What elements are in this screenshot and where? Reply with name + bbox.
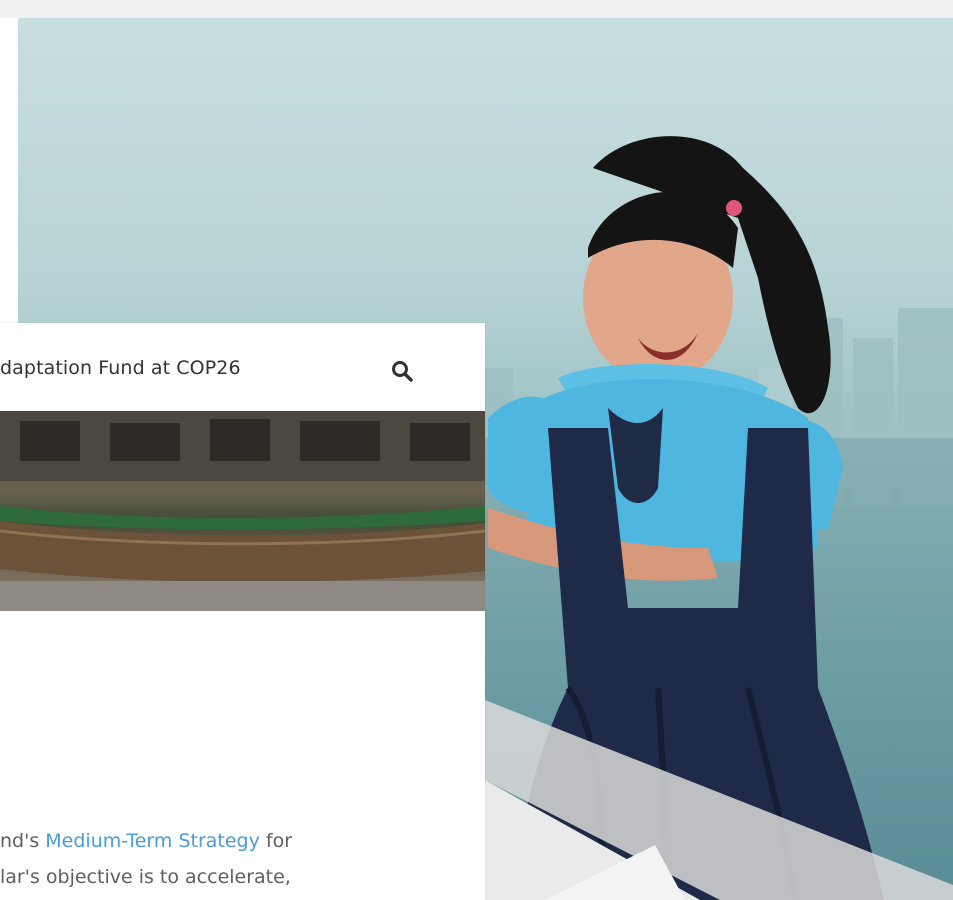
boat-illustration <box>0 411 485 611</box>
child-figure <box>488 136 884 900</box>
site-header: daptation Fund at COP26 <box>0 323 485 411</box>
nav-link-cop26[interactable]: daptation Fund at COP26 <box>0 357 241 379</box>
search-icon[interactable] <box>390 359 414 383</box>
website-card: daptation Fund at COP26 nd's Medium-Term… <box>0 323 485 900</box>
boat-photo <box>0 411 485 611</box>
top-left-white-panel <box>0 18 18 323</box>
article-body: nd's Medium-Term Strategy for lar's obje… <box>0 823 485 895</box>
medium-term-strategy-link[interactable]: Medium-Term Strategy <box>45 830 260 852</box>
article-line-1: nd's Medium-Term Strategy for <box>0 830 293 852</box>
article-line-2: lar's objective is to accelerate, <box>0 866 291 888</box>
